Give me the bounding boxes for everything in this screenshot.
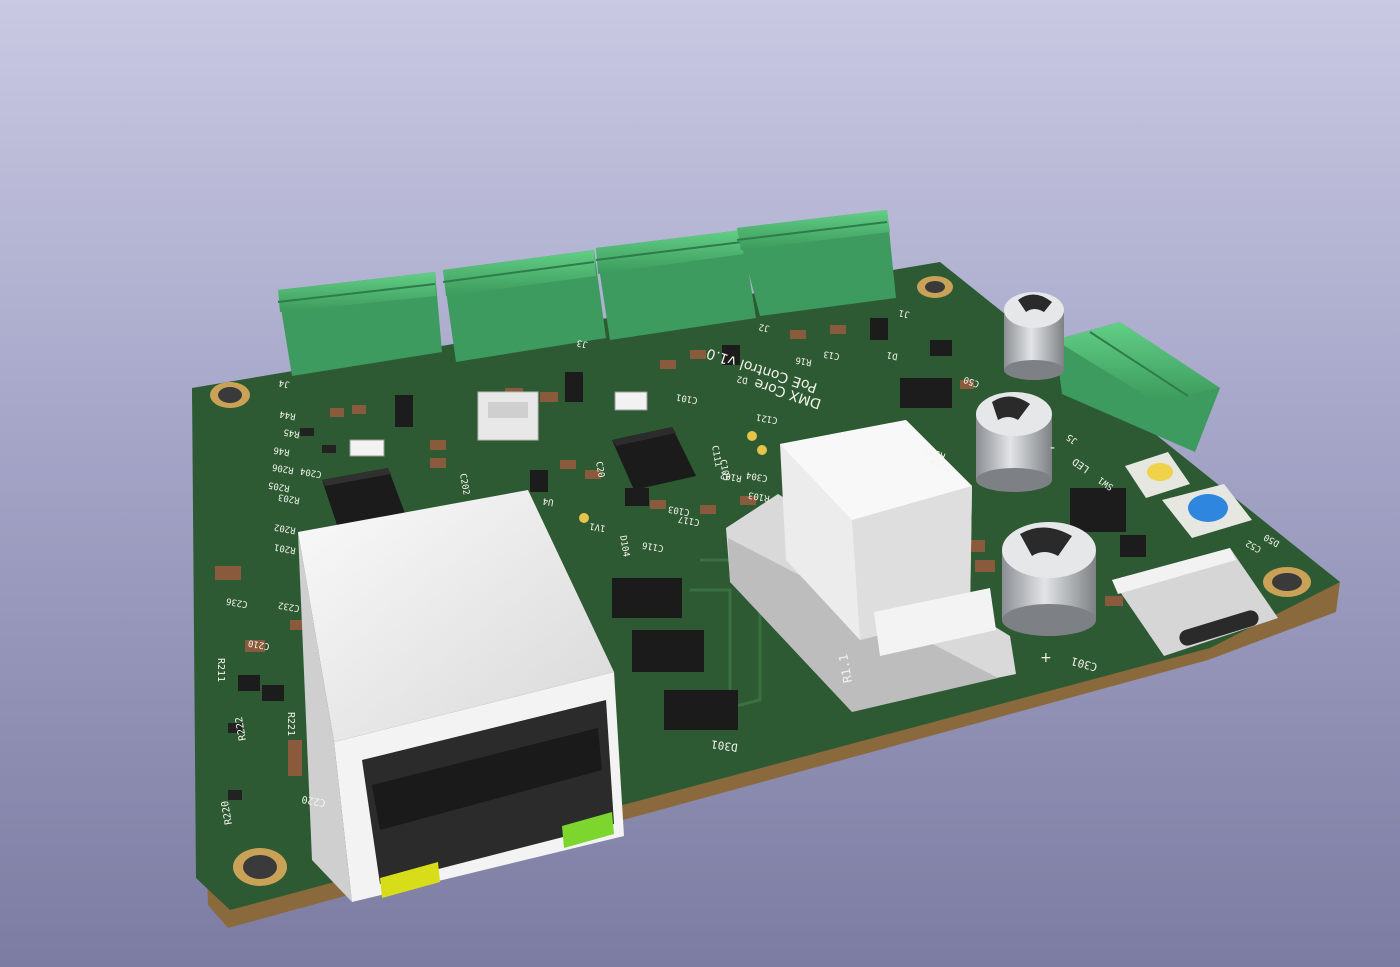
silk-ref: J1 [898,307,910,319]
mounting-hole [233,848,287,886]
pcb-3d-render: PoE Control v1.0 DMX Core R44 R45 R46 R2… [192,210,1340,928]
terminal-block-j1 [736,210,896,316]
silk-ref: U4 [542,495,554,507]
polarity-minus: - [1050,440,1055,456]
mounting-hole [917,276,953,298]
capacitor-c2 [976,392,1052,492]
silk-ref: J2 [758,321,770,333]
capacitor-c1 [1004,292,1064,380]
silk-ref: D2 [736,373,748,385]
capacitor-c301 [1002,522,1096,636]
silk-ref: J3 [576,337,588,349]
mounting-hole [1263,567,1311,597]
jst-connector [477,391,539,441]
polarity-plus: + [1040,650,1052,666]
silk-ref: J4 [278,377,290,389]
mounting-hole [210,382,250,408]
render-viewport: PoE Control v1.0 DMX Core R44 R45 R46 R2… [0,0,1400,967]
silk-ref: R211 [215,658,226,682]
silk-ref: D1 [886,349,898,361]
silk-ref: R221 [285,712,296,736]
